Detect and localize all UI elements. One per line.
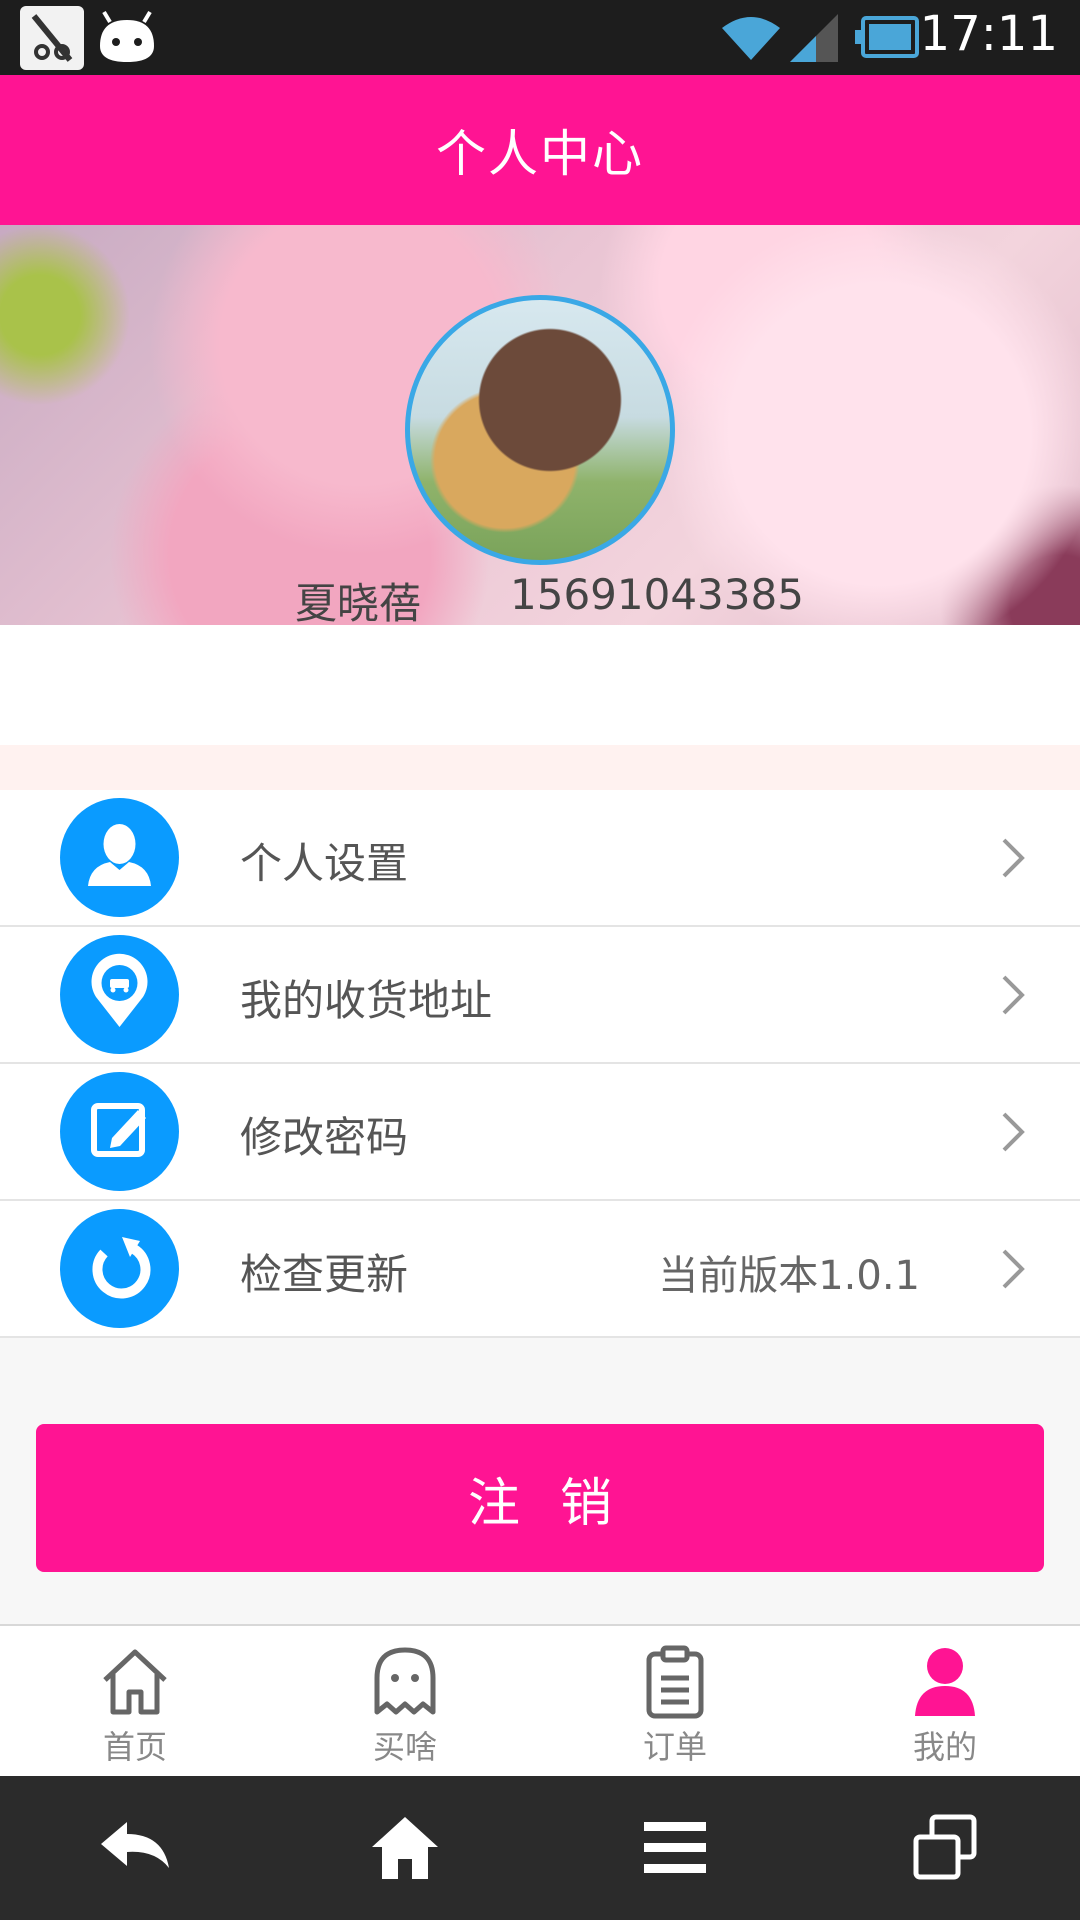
menu-item-check-update[interactable]: 检查更新 当前版本1.0.1 [0, 1201, 1080, 1338]
location-car-icon [60, 935, 179, 1054]
chevron-right-icon [1002, 838, 1025, 878]
tab-home[interactable]: 首页 [0, 1626, 270, 1778]
logout-button[interactable]: 注销 [36, 1424, 1044, 1572]
menu-item-label: 我的收货地址 [240, 976, 493, 1025]
chevron-right-icon [1002, 1249, 1025, 1289]
user-phone: 15691043385 [510, 570, 804, 619]
ghost-icon [374, 1647, 436, 1715]
back-arrow-icon [101, 1822, 169, 1868]
recents-nav-button[interactable] [810, 1776, 1080, 1920]
home-icon [103, 1649, 167, 1715]
android-icon [92, 6, 156, 70]
menu-item-label: 个人设置 [240, 839, 409, 888]
tab-mine[interactable]: 我的 [810, 1626, 1080, 1778]
system-nav-bar [0, 1776, 1080, 1920]
spacer [0, 625, 1080, 745]
recent-apps-icon [913, 1814, 977, 1880]
logout-label: 注销 [467, 1473, 652, 1534]
avatar[interactable] [405, 295, 675, 565]
tab-orders[interactable]: 订单 [540, 1626, 810, 1778]
menu-item-label: 检查更新 [240, 1250, 409, 1299]
menu-item-label: 修改密码 [240, 1113, 409, 1162]
tab-label: 订单 [642, 1728, 707, 1766]
back-button[interactable] [0, 1776, 270, 1920]
home-nav-button[interactable] [270, 1776, 540, 1920]
battery-icon [855, 16, 919, 58]
bottom-tab-bar: 首页 买啥 订单 我的 [0, 1624, 1080, 1778]
menu-item-personal-settings[interactable]: 个人设置 [0, 790, 1080, 927]
user-name: 夏晓蓓 [295, 579, 422, 625]
refresh-icon [60, 1209, 179, 1328]
divider [0, 745, 1080, 790]
signal-icon [790, 14, 838, 62]
person-icon [915, 1648, 975, 1716]
chevron-right-icon [1002, 975, 1025, 1015]
person-icon [60, 798, 179, 917]
status-bar: 17:11 [0, 0, 1080, 75]
menu-item-shipping-address[interactable]: 我的收货地址 [0, 927, 1080, 1064]
tab-label: 买啥 [372, 1728, 437, 1766]
home-icon [372, 1817, 438, 1879]
app-notification-icon [20, 6, 84, 70]
clipboard-icon [646, 1645, 704, 1719]
profile-banner: 夏晓蓓 15691043385 [0, 225, 1080, 625]
tab-label: 我的 [912, 1728, 977, 1766]
menu-nav-button[interactable] [540, 1776, 810, 1920]
menu-item-change-password[interactable]: 修改密码 [0, 1064, 1080, 1201]
tab-label: 首页 [102, 1728, 167, 1766]
chevron-right-icon [1002, 1112, 1025, 1152]
status-time: 17:11 [919, 6, 1058, 62]
app-version: 当前版本1.0.1 [658, 1253, 920, 1299]
settings-menu: 个人设置 我的收货地址 修改密码 检查更新 当前版本1.0.1 [0, 790, 1080, 1338]
wifi-icon [722, 17, 780, 60]
tab-buy[interactable]: 买啥 [270, 1626, 540, 1778]
menu-icon [644, 1822, 706, 1873]
edit-icon [60, 1072, 179, 1191]
page-title: 个人中心 [436, 125, 644, 183]
page-header: 个人中心 [0, 75, 1080, 225]
